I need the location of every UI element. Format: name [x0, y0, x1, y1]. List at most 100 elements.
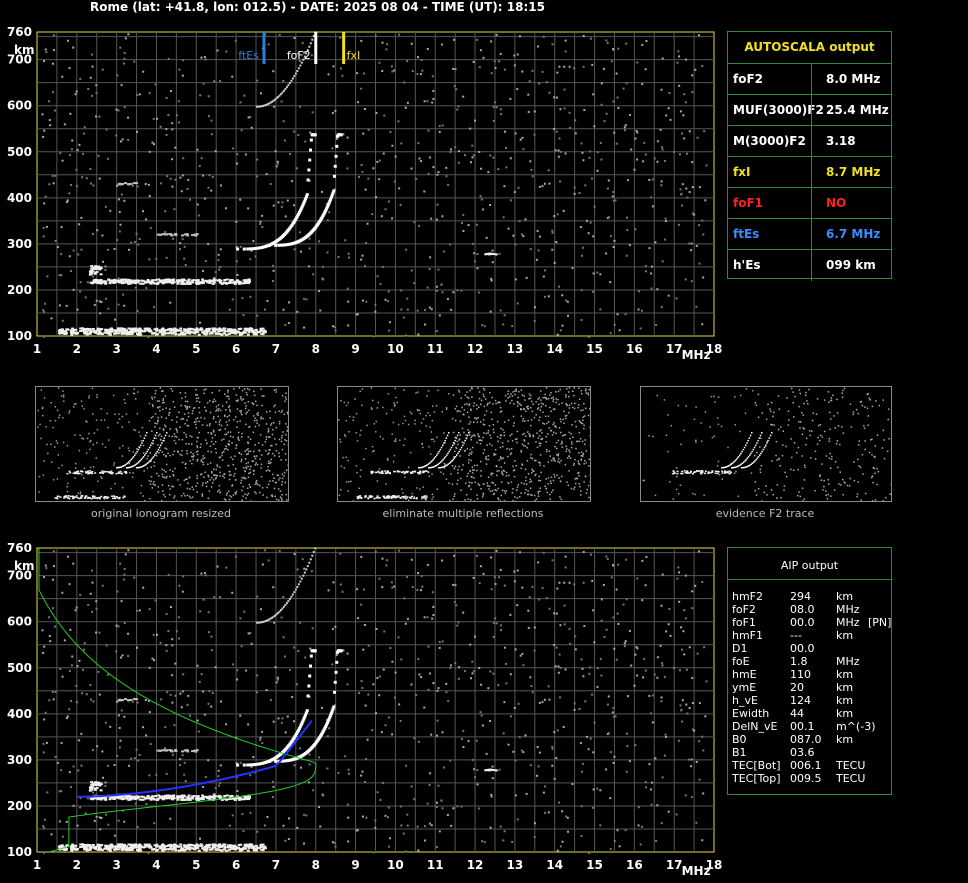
aip-row-value: 294: [790, 590, 811, 603]
x-tick-label: 15: [586, 858, 603, 872]
x-tick-label: 15: [586, 342, 603, 356]
y-tick-label: 100: [7, 329, 32, 343]
x-tick-label: 8: [312, 342, 320, 356]
aip-row-name: D1: [732, 642, 748, 655]
aip-row-value: 00.1: [790, 720, 815, 733]
x-tick-label: 10: [387, 342, 404, 356]
thumbnail-original: [35, 386, 289, 502]
autoscala-output-panel: AUTOSCALA output foF2 8.0 MHz MUF(3000)F2 2…: [727, 31, 892, 281]
aip-row-name: foE: [732, 655, 750, 668]
x-axis-label: MHz: [682, 348, 711, 362]
aip-output-panel: AIP output hmF2 294 km foF2 08.0 MHz foF1 00.0 M…: [727, 547, 892, 795]
autoscala-row-value: 3.18: [826, 134, 856, 148]
aip-row-unit: km: [836, 681, 854, 694]
marker-fxi-bar: [342, 32, 346, 64]
autoscala-row-divider: [811, 64, 812, 95]
y-tick-label: 400: [7, 707, 32, 721]
aip-row-value: 08.0: [790, 603, 815, 616]
aip-row-unit: km: [836, 590, 854, 603]
autoscala-row-value: 6.7 MHz: [826, 227, 881, 241]
y-tick-label: 300: [7, 237, 32, 251]
autoscala-row-fof1: foF1 NO: [728, 187, 891, 219]
x-tick-label: 14: [546, 858, 563, 872]
thumbnail-f2-trace: [640, 386, 892, 502]
aip-row-unit: MHz: [836, 603, 860, 616]
autoscala-row-fof2: foF2 8.0 MHz: [728, 63, 891, 95]
x-tick-label: 16: [626, 858, 643, 872]
x-tick-label: 3: [112, 858, 120, 872]
autoscala-row-divider: [811, 157, 812, 188]
autoscala-title: AUTOSCALA output: [744, 40, 875, 54]
aip-row-value: 00.0: [790, 616, 815, 629]
aip-row-name: B1: [732, 746, 747, 759]
aip-row-tec-bot-: TEC[Bot] 006.1 TECU: [732, 759, 892, 772]
aip-row-value: 03.6: [790, 746, 815, 759]
aip-row-name: foF1: [732, 616, 756, 629]
y-tick-label: 760: [7, 541, 32, 555]
aip-row-unit: MHz: [836, 655, 860, 668]
aip-row-value: 087.0: [790, 733, 822, 746]
aip-row-value: 110: [790, 668, 811, 681]
x-tick-label: 9: [351, 342, 359, 356]
aip-row-unit: TECU: [836, 759, 866, 772]
x-tick-label: 3: [112, 342, 120, 356]
autoscala-row-label: foF1: [733, 196, 764, 210]
y-tick-label: 600: [7, 99, 32, 113]
autoscala-row-value: NO: [826, 196, 847, 210]
autoscala-row-label: M(3000)F2: [733, 134, 806, 148]
thumbnail-original-caption: original ionogram resized: [91, 507, 231, 520]
x-tick-label: 1: [33, 342, 41, 356]
aip-row-fof2: foF2 08.0 MHz: [732, 603, 892, 616]
aip-row-name: DelN_vE: [732, 720, 778, 733]
aip-row-fof1: foF1 00.0 MHz [PN]: [732, 616, 892, 629]
autoscala-row-value: 8.0 MHz: [826, 72, 881, 86]
aip-row-value: 124: [790, 694, 811, 707]
aip-title: AIP output: [780, 559, 839, 572]
aip-row-unit: km: [836, 668, 854, 681]
x-tick-label: 9: [351, 858, 359, 872]
aip-row-extra: [PN]: [868, 616, 892, 629]
aip-row-b1: B1 03.6: [732, 746, 892, 759]
marker-fof2-bar: [314, 32, 318, 64]
aip-row-unit: km: [836, 733, 854, 746]
aip-row-name: h_vE: [732, 694, 758, 707]
x-tick-label: 5: [192, 342, 200, 356]
marker-ftes-bar: [262, 32, 266, 64]
x-tick-label: 4: [152, 342, 160, 356]
autoscala-row-fxi: fxI 8.7 MHz: [728, 156, 891, 188]
autoscala-row-divider: [811, 126, 812, 157]
thumbnail-multiple-reflections: [337, 386, 591, 502]
x-tick-label: 2: [73, 342, 81, 356]
x-tick-label: 11: [427, 858, 444, 872]
x-tick-label: 13: [507, 858, 524, 872]
autoscala-row-label: ftEs: [733, 227, 760, 241]
autoscala-row-m-3000-f2: M(3000)F2 3.18: [728, 125, 891, 157]
aip-row-value: 00.0: [790, 642, 815, 655]
marker-fxi-label: fxI: [347, 49, 361, 62]
x-tick-label: 2: [73, 858, 81, 872]
y-tick-label: 600: [7, 615, 32, 629]
autoscala-row-divider: [811, 95, 812, 126]
aip-row-unit: MHz: [836, 616, 860, 629]
marker-fof2-label: foF2: [287, 49, 311, 62]
autoscala-row-muf-3000-f2: MUF(3000)F2 25.4 MHz: [728, 94, 891, 126]
aip-row-d1: D1 00.0: [732, 642, 892, 655]
aip-row-value: 20: [790, 681, 804, 694]
x-tick-label: 6: [232, 342, 240, 356]
ionogram-0: 1 2 3 4 5 6 7 8 9 10 11 12 13 14 15 16 17 18MHz1002003004…: [7, 25, 722, 362]
thumbnail-multiple-reflections-caption: eliminate multiple reflections: [382, 507, 544, 520]
aip-row-name: ymE: [732, 681, 757, 694]
aip-row-unit: km: [836, 707, 854, 720]
aip-row-ewidth: Ewidth 44 km: [732, 707, 892, 720]
autoscala-row-divider: [811, 219, 812, 250]
aip-row-h-ve: h_vE 124 km: [732, 694, 892, 707]
aip-row-foe: foE 1.8 MHz: [732, 655, 892, 668]
x-tick-label: 11: [427, 342, 444, 356]
aip-row-hme: hmE 110 km: [732, 668, 892, 681]
aip-row-name: hmF2: [732, 590, 764, 603]
y-tick-label: 500: [7, 145, 32, 159]
autoscala-row-label: foF2: [733, 72, 764, 86]
thumbnail-f2-trace-image: [642, 387, 891, 501]
noise-dots: [41, 33, 708, 338]
autoscala-row-label: h'Es: [733, 258, 761, 272]
